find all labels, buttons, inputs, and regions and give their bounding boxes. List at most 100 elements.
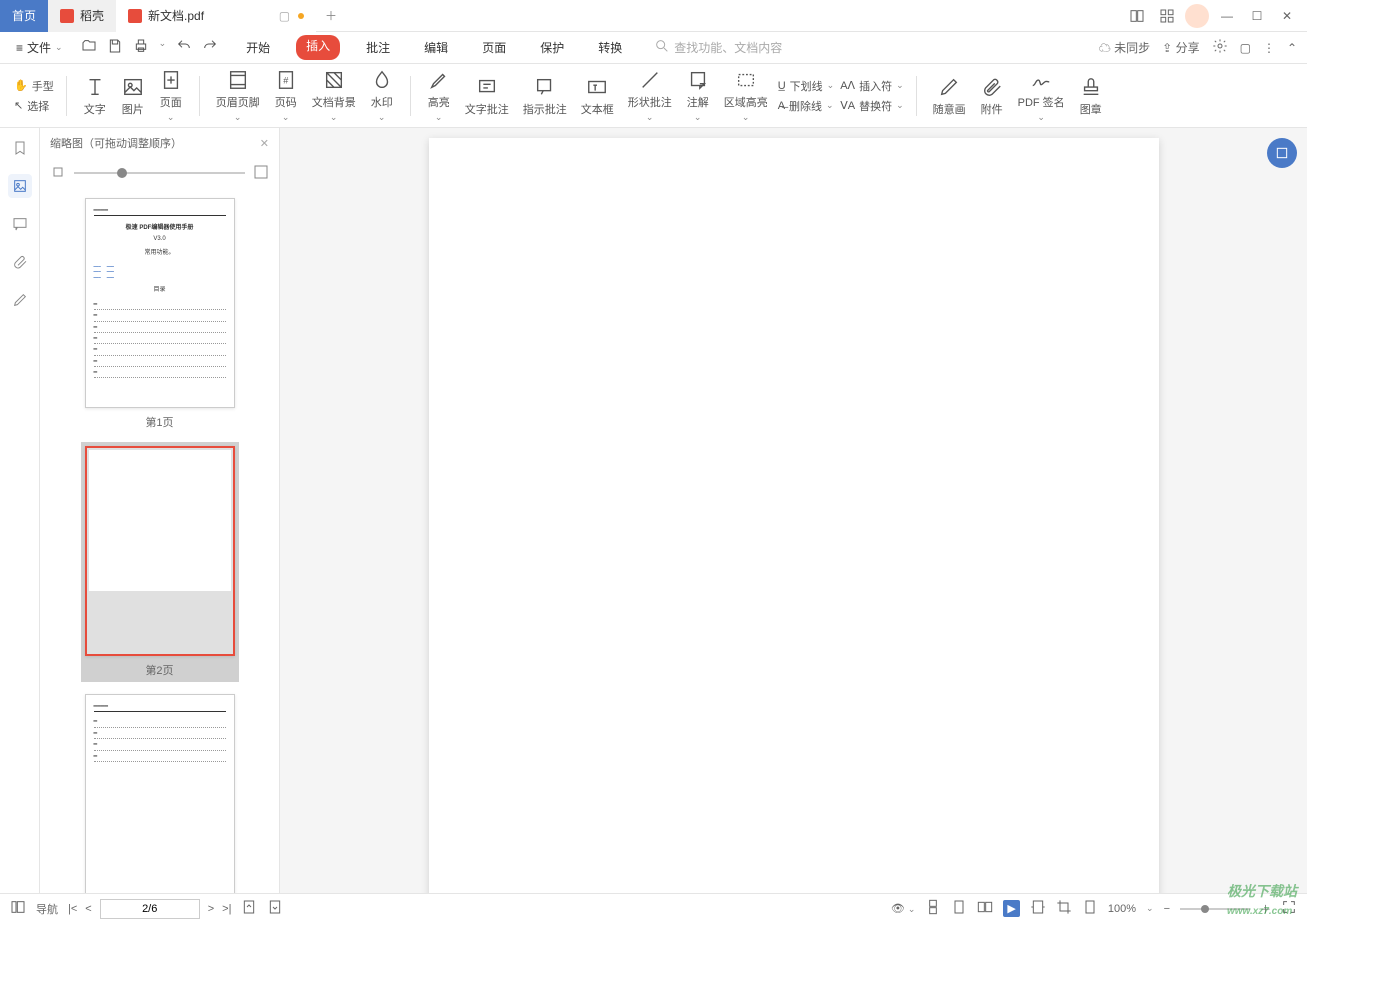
sidetab-comment[interactable] <box>8 212 32 236</box>
collapse-ribbon-icon[interactable]: ⌃ <box>1287 41 1297 55</box>
replace-char[interactable]: ᐯA替换符⌄ <box>840 98 903 114</box>
highlight[interactable]: 高亮⌄ <box>423 68 455 123</box>
area-icon <box>734 68 758 92</box>
thumb-large-icon[interactable] <box>253 164 269 183</box>
text-icon <box>83 75 107 99</box>
hand-icon: ✋ <box>14 79 28 92</box>
pencil-icon <box>937 75 961 99</box>
print-icon[interactable] <box>133 38 149 57</box>
minimize-button[interactable]: — <box>1215 4 1239 28</box>
thumbnail-page-1[interactable]: ━━━━ 极速 PDF编辑器使用手册 V3.0 常用功能。 ━━━━━━━━━ … <box>85 198 235 430</box>
menu-start[interactable]: 开始 <box>238 35 278 60</box>
thumb-zoom-slider[interactable] <box>74 172 245 174</box>
new-tab-button[interactable]: ＋ <box>316 7 346 24</box>
sync-button[interactable]: ☁ 未同步 <box>1099 39 1150 56</box>
thumbnail-page-3[interactable]: ━━━━ ━━━━ <box>85 694 235 893</box>
window-icon[interactable]: ▢ <box>1240 41 1251 55</box>
attachment[interactable]: 附件 <box>976 75 1008 117</box>
area-highlight[interactable]: 区域高亮⌄ <box>720 68 772 123</box>
underline[interactable]: U̲下划线⌄ <box>778 78 835 94</box>
insert-after-icon[interactable] <box>267 899 283 918</box>
thumbnail-page-2[interactable]: 第2页 <box>81 442 239 682</box>
undo-icon[interactable] <box>176 38 192 57</box>
shape-annotate[interactable]: 形状批注⌄ <box>624 68 676 123</box>
stamp-icon <box>1079 75 1103 99</box>
page-number[interactable]: #页码⌄ <box>270 68 302 123</box>
insert-char[interactable]: Aᐱ插入符⌄ <box>840 78 903 94</box>
apps-icon[interactable] <box>1155 4 1179 28</box>
menu-page[interactable]: 页面 <box>474 35 514 60</box>
zoom-level[interactable]: 100% <box>1108 903 1136 915</box>
redo-icon[interactable] <box>202 38 218 57</box>
close-button[interactable]: ✕ <box>1275 4 1299 28</box>
insert-text[interactable]: 文字 <box>79 75 111 117</box>
page-input[interactable] <box>100 899 200 919</box>
pdf-sign[interactable]: PDF 签名⌄ <box>1014 68 1069 123</box>
first-page-button[interactable]: |< <box>68 903 77 915</box>
file-menu[interactable]: ≡ 文件 ⌄ <box>10 39 69 56</box>
eye-icon[interactable]: 👁 ⌄ <box>891 902 916 915</box>
cursor-hand[interactable]: ✋手型 <box>14 78 54 94</box>
strikethrough[interactable]: A̶删除线⌄ <box>778 98 835 114</box>
freedraw[interactable]: 随意画 <box>929 75 970 117</box>
last-page-button[interactable]: >| <box>222 903 231 915</box>
header-footer[interactable]: 页眉页脚⌄ <box>212 68 264 123</box>
next-page-button[interactable]: > <box>208 903 214 915</box>
play-button[interactable]: ▶ <box>1003 900 1019 917</box>
avatar-icon[interactable] <box>1185 4 1209 28</box>
tab-dock[interactable]: 稻壳 <box>48 0 116 32</box>
tab-home[interactable]: 首页 <box>0 0 48 32</box>
share-button[interactable]: ⇪ 分享 <box>1162 39 1199 56</box>
tab-expand-icon[interactable]: ▢ <box>279 9 290 23</box>
menu-annotate[interactable]: 批注 <box>358 35 398 60</box>
view-continuous-icon[interactable] <box>925 899 941 918</box>
gear-icon[interactable] <box>1212 38 1228 57</box>
cursor-select[interactable]: ↖选择 <box>14 98 54 114</box>
sidetab-bookmark[interactable] <box>8 136 32 160</box>
panel-close-button[interactable]: ✕ <box>260 137 269 150</box>
pdf-icon <box>128 9 142 23</box>
thumb-small-icon[interactable] <box>50 164 66 183</box>
menu-convert[interactable]: 转换 <box>590 35 630 60</box>
search-input[interactable]: 查找功能、文档内容 <box>654 38 782 57</box>
pagenum-icon: # <box>274 68 298 92</box>
menu-insert[interactable]: 插入 <box>296 35 340 60</box>
sidetab-attach[interactable] <box>8 250 32 274</box>
watermark[interactable]: 水印⌄ <box>366 68 398 123</box>
layout-icon[interactable] <box>1125 4 1149 28</box>
text-box[interactable]: 文本框 <box>577 75 618 117</box>
menu-protect[interactable]: 保护 <box>532 35 572 60</box>
menu-edit[interactable]: 编辑 <box>416 35 456 60</box>
insert-page[interactable]: 页面⌄ <box>155 68 187 123</box>
maximize-button[interactable]: ☐ <box>1245 4 1269 28</box>
highlight-icon <box>427 68 451 92</box>
open-icon[interactable] <box>81 38 97 57</box>
annotate-note[interactable]: 注解⌄ <box>682 68 714 123</box>
sidetab-sign[interactable] <box>8 288 32 312</box>
save-icon[interactable] <box>107 38 123 57</box>
view-two-icon[interactable] <box>977 899 993 918</box>
prev-page-button[interactable]: < <box>85 903 91 915</box>
insert-image[interactable]: 图片 <box>117 75 149 117</box>
header-footer-icon <box>226 68 250 92</box>
sidetab-thumbnail[interactable] <box>8 174 32 198</box>
float-tools-button[interactable] <box>1267 138 1297 168</box>
more-icon[interactable]: ⋮ <box>1263 41 1275 55</box>
view-single-icon[interactable] <box>951 899 967 918</box>
zoom-out-button[interactable]: − <box>1164 903 1170 915</box>
stamp[interactable]: 图章 <box>1075 75 1107 117</box>
page-canvas[interactable] <box>429 138 1159 893</box>
crop-icon[interactable] <box>1056 899 1072 918</box>
doc-background[interactable]: 文档背景⌄ <box>308 68 360 123</box>
thumb-label: 第1页 <box>145 414 173 430</box>
document-view[interactable] <box>280 128 1307 893</box>
tab-document[interactable]: 新文档.pdf ▢ <box>116 0 316 32</box>
insert-before-icon[interactable] <box>241 899 257 918</box>
fit-width-icon[interactable] <box>1030 899 1046 918</box>
text-annotate[interactable]: 文字批注 <box>461 75 513 117</box>
cloud-icon: ☁ <box>1099 41 1111 55</box>
fit-page-icon[interactable] <box>1082 899 1098 918</box>
indicate-annotate[interactable]: 指示批注 <box>519 75 571 117</box>
chevron-down-icon[interactable]: ⌄ <box>159 38 167 57</box>
nav-toggle[interactable] <box>10 899 26 918</box>
